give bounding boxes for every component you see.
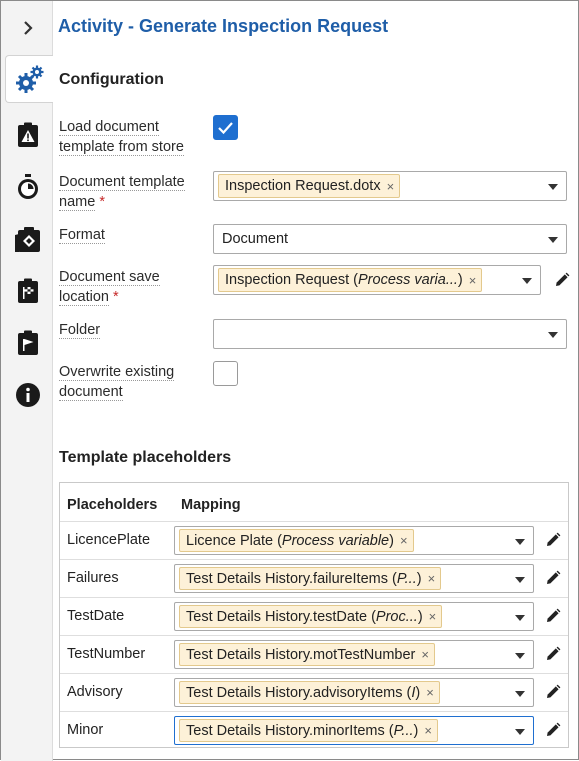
warning-clipboard-icon[interactable]	[5, 111, 51, 159]
checkered-flag-clipboard-icon[interactable]	[5, 267, 51, 315]
placeholders-heading: Template placeholders	[59, 449, 232, 466]
configuration-heading: Configuration	[59, 71, 164, 88]
placeholder-name: Advisory	[67, 684, 123, 700]
main-panel: Activity - Generate Inspection Request C…	[53, 1, 578, 759]
chip-remove-icon[interactable]: ×	[387, 179, 395, 194]
chevron-down-icon[interactable]	[515, 691, 525, 697]
placeholder-name: Minor	[67, 722, 104, 738]
mapping-chip: Test Details History.testDate (Proc...) …	[179, 605, 443, 628]
edit-save-location-pencil-icon[interactable]	[553, 271, 571, 289]
placeholder-name: Failures	[67, 570, 119, 586]
mapping-select[interactable]: Licence Plate (Process variable) ×	[174, 526, 534, 555]
table-row: TestNumber Test Details History.motTestN…	[60, 635, 568, 673]
chip-remove-icon[interactable]: ×	[429, 609, 437, 624]
table-row: Failures Test Details History.failureIte…	[60, 559, 568, 597]
folder-label: Folder	[59, 322, 101, 339]
edit-mapping-pencil-icon[interactable]	[544, 607, 562, 625]
format-value: Document	[222, 231, 289, 247]
table-row: LicencePlate Licence Plate (Process vari…	[60, 521, 568, 559]
chevron-down-icon[interactable]	[515, 729, 525, 735]
table-row: Advisory Test Details History.advisoryIt…	[60, 673, 568, 711]
col-header-placeholders: Placeholders	[67, 497, 158, 513]
chevron-down-icon[interactable]	[515, 577, 525, 583]
table-row: TestDate Test Details History.testDate (…	[60, 597, 568, 635]
chip-remove-icon[interactable]: ×	[400, 533, 408, 548]
placeholder-name: TestNumber	[67, 646, 146, 662]
template-name-chip: Inspection Request.dotx ×	[218, 174, 401, 198]
save-location-chip: Inspection Request (Process varia... ) ×	[218, 268, 483, 292]
edit-mapping-pencil-icon[interactable]	[544, 569, 562, 587]
mapping-chip: Test Details History.motTestNumber ×	[179, 643, 435, 666]
edit-mapping-pencil-icon[interactable]	[544, 721, 562, 739]
flag-clipboard-icon[interactable]	[5, 319, 51, 367]
chevron-down-icon[interactable]	[515, 653, 525, 659]
mapping-chip: Test Details History.advisoryItems (I) ×	[179, 681, 440, 704]
stopwatch-icon[interactable]	[5, 163, 51, 211]
mapping-chip: Licence Plate (Process variable) ×	[179, 529, 414, 552]
mapping-select[interactable]: Test Details History.advisoryItems (I) ×	[174, 678, 534, 707]
format-select[interactable]: Document	[213, 224, 567, 254]
chevron-down-icon[interactable]	[548, 184, 558, 190]
edit-mapping-pencil-icon[interactable]	[544, 683, 562, 701]
sidebar	[1, 1, 53, 761]
mapping-select[interactable]: Test Details History.testDate (Proc...) …	[174, 602, 534, 631]
chevron-down-icon[interactable]	[515, 539, 525, 545]
save-location-select[interactable]: Inspection Request (Process varia... ) ×	[213, 265, 541, 295]
mapping-chip: Test Details History.minorItems (P...) ×	[179, 719, 438, 742]
chevron-down-icon[interactable]	[515, 615, 525, 621]
overwrite-label: Overwrite existing document	[59, 364, 175, 401]
table-row: Minor Test Details History.minorItems (P…	[60, 711, 568, 749]
mapping-chip: Test Details History.failureItems (P...)…	[179, 567, 442, 590]
info-icon[interactable]	[5, 371, 51, 419]
template-name-label: Document template name *	[59, 174, 185, 211]
chevron-down-icon[interactable]	[522, 278, 532, 284]
placeholder-name: LicencePlate	[67, 532, 151, 548]
load-template-checkbox[interactable]	[213, 115, 238, 140]
chip-remove-icon[interactable]: ×	[428, 571, 436, 586]
checkmark-icon	[218, 122, 233, 135]
placeholders-table: Placeholders Mapping LicencePlate Licenc…	[59, 482, 569, 748]
chip-remove-icon[interactable]: ×	[421, 647, 429, 662]
mapping-select[interactable]: Test Details History.minorItems (P...) ×	[174, 716, 534, 745]
template-name-select[interactable]: Inspection Request.dotx ×	[213, 171, 567, 201]
chevron-down-icon[interactable]	[548, 332, 558, 338]
edit-mapping-pencil-icon[interactable]	[544, 645, 562, 663]
placeholder-name: TestDate	[67, 608, 125, 624]
save-location-label: Document save location *	[59, 269, 160, 306]
edit-mapping-pencil-icon[interactable]	[544, 531, 562, 549]
chevron-down-icon[interactable]	[548, 237, 558, 243]
col-header-mapping: Mapping	[181, 497, 241, 513]
load-template-label: Load document template from store	[59, 119, 184, 156]
map-clipboard-icon[interactable]	[5, 215, 51, 263]
chevron-right-icon[interactable]	[5, 4, 51, 52]
mapping-select[interactable]: Test Details History.failureItems (P...)…	[174, 564, 534, 593]
page-title: Activity - Generate Inspection Request	[58, 16, 389, 36]
format-label: Format	[59, 227, 105, 244]
folder-select[interactable]	[213, 319, 567, 349]
chip-remove-icon[interactable]: ×	[469, 273, 477, 288]
chip-remove-icon[interactable]: ×	[424, 723, 432, 738]
gears-icon[interactable]	[5, 55, 53, 103]
chip-remove-icon[interactable]: ×	[426, 685, 434, 700]
overwrite-checkbox[interactable]	[213, 361, 238, 386]
mapping-select[interactable]: Test Details History.motTestNumber ×	[174, 640, 534, 669]
